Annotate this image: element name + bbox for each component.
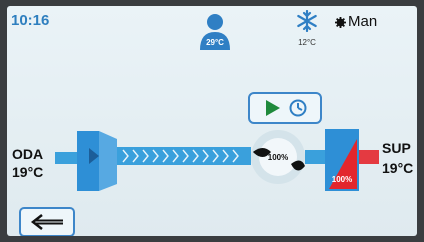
oda-label: ODA [12, 146, 44, 162]
oda-temperature: 19°C [12, 164, 44, 180]
valve-opening: 100% [331, 175, 353, 184]
sup-temperature: 19°C [382, 160, 414, 176]
oda-block: ODA 19°C [12, 145, 43, 181]
hvac-screen: 10:16 29°C 12°C Man 100% 100% ODA 19°C S… [7, 6, 417, 236]
back-button[interactable] [19, 207, 75, 236]
airflow-diagram [55, 129, 379, 191]
sup-label: SUP [382, 140, 411, 156]
filter-left [77, 131, 99, 191]
sup-block: SUP 19°C [382, 138, 413, 178]
back-arrow-icon [30, 214, 63, 230]
fan-speed: 100% [267, 153, 289, 162]
